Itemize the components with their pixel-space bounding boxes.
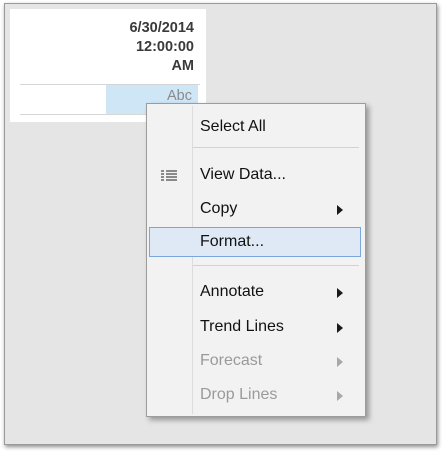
menu-separator	[193, 147, 359, 148]
menu-item-label: Forecast	[200, 352, 263, 369]
workspace-frame: 6/30/2014 12:00:00 AM Abc Select All Vie…	[4, 3, 437, 445]
date-header: 6/30/2014 12:00:00 AM	[129, 19, 194, 76]
date-line-1: 6/30/2014	[129, 20, 194, 36]
menu-separator	[193, 265, 359, 266]
menu-item-label: Annotate	[200, 283, 265, 300]
submenu-arrow-icon	[337, 205, 343, 215]
menu-item-label: Trend Lines	[200, 318, 284, 335]
submenu-arrow-icon	[337, 357, 343, 367]
menu-item-view-data[interactable]: View Data...	[149, 160, 361, 190]
context-menu: Select All View Data... Copy Format... A…	[146, 103, 366, 417]
menu-item-label: View Data...	[200, 166, 286, 183]
menu-item-format[interactable]: Format...	[149, 227, 361, 257]
submenu-arrow-icon	[337, 391, 343, 401]
menu-item-drop-lines[interactable]: Drop Lines	[149, 380, 361, 410]
menu-item-label: Select All	[200, 118, 266, 135]
menu-item-select-all[interactable]: Select All	[149, 112, 361, 142]
menu-item-label: Copy	[200, 200, 238, 217]
menu-item-copy[interactable]: Copy	[149, 194, 361, 224]
date-line-2: 12:00:00	[135, 39, 194, 55]
menu-item-label: Format...	[200, 233, 265, 250]
menu-item-trend-lines[interactable]: Trend Lines	[149, 312, 361, 342]
abc-cell-text: Abc	[167, 88, 192, 104]
date-line-3: AM	[171, 58, 194, 74]
submenu-arrow-icon	[337, 323, 343, 333]
menu-item-forecast[interactable]: Forecast	[149, 346, 361, 376]
menu-item-label: Drop Lines	[200, 386, 278, 403]
submenu-arrow-icon	[337, 288, 343, 298]
menu-item-annotate[interactable]: Annotate	[149, 277, 361, 307]
table-icon	[161, 170, 177, 181]
